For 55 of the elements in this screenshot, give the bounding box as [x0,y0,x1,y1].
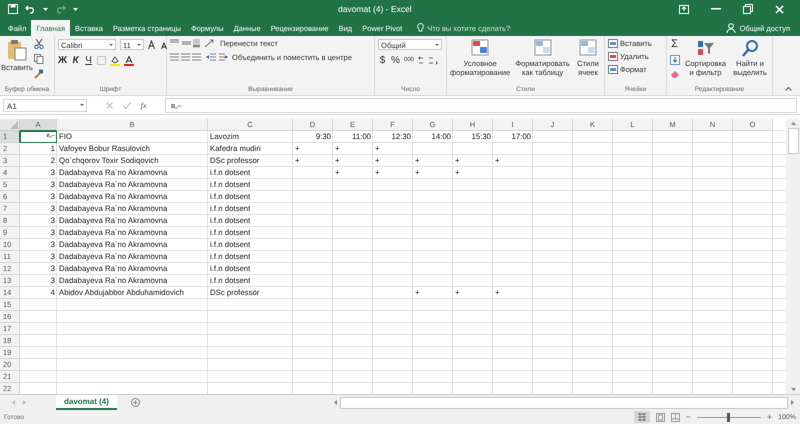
brush-icon[interactable] [34,69,44,79]
currency-button[interactable]: $ [378,55,387,66]
sheet-tab[interactable]: davomat (4) [56,395,117,410]
undo-icon[interactable] [25,4,36,14]
save-icon[interactable] [8,4,18,14]
table-style-icon [532,39,553,57]
clipboard-icon [7,39,27,61]
underline-button[interactable]: Ч [84,55,94,66]
italic-button[interactable]: К [71,55,80,66]
name-box[interactable]: A1 [3,98,87,112]
close-icon[interactable] [775,4,784,14]
eraser-icon[interactable] [670,70,680,78]
align-text-icon[interactable] [170,53,202,62]
fill-color-icon[interactable] [110,56,120,66]
indent-icon[interactable] [206,53,228,62]
table-style-icon [470,39,490,57]
lightbulb-icon [417,23,424,33]
person-icon [726,23,736,33]
zoom-out-button[interactable]: − [686,412,691,422]
autosum-button[interactable]: Σ [670,39,679,50]
decimal-icon[interactable] [418,56,438,65]
add-sheet-icon[interactable] [130,398,140,407]
scissors-icon[interactable] [34,39,44,49]
scroll-down-icon[interactable] [790,388,796,391]
caret-icon[interactable] [43,8,48,10]
ribbon-display-icon[interactable] [679,4,689,14]
scrollbar-thumb[interactable] [788,128,798,154]
search-icon [740,39,760,57]
bold-button[interactable]: Ж [58,55,68,66]
align-top-icon[interactable] [170,39,200,48]
scroll-right-icon[interactable] [791,400,794,405]
orientation-icon[interactable] [204,39,216,48]
scrollbar-thumb[interactable] [340,396,788,408]
scroll-left-icon[interactable] [334,400,337,405]
function-button[interactable]: fx [140,100,146,110]
grow-font-icon[interactable] [148,40,157,49]
window-title: davomat (4) - Excel [338,4,413,14]
restore-icon[interactable] [743,4,753,14]
font-color-icon[interactable] [124,56,134,66]
minimize-icon[interactable] [711,8,721,10]
zoom-in-button[interactable]: + [766,412,772,422]
fill-icon[interactable] [670,55,680,65]
borders-icon[interactable] [97,56,106,65]
customize-icon[interactable] [73,7,78,11]
percent-button[interactable]: % [391,55,400,66]
table-style-icon [578,39,598,57]
sort-filter-icon [696,39,716,57]
scroll-up-icon[interactable] [790,122,796,125]
copy-icon[interactable] [34,54,46,64]
shrink-font-icon[interactable] [161,40,169,48]
zoom-slider[interactable] [727,412,730,422]
page-break-icon[interactable] [670,412,680,422]
normal-view-icon[interactable] [634,411,650,423]
page-layout-icon[interactable] [656,412,665,422]
collapse-ribbon-icon[interactable] [785,87,792,91]
